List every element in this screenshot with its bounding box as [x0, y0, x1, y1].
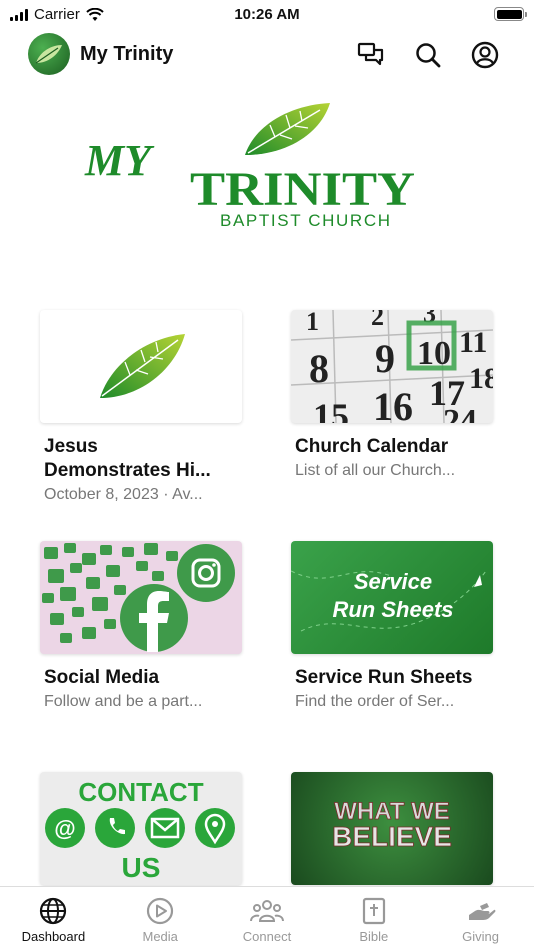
- tab-giving[interactable]: Giving: [427, 887, 534, 950]
- calendar-thumbnail: 1 2 3 8 9 10 11 16 17 18 15 24: [291, 310, 493, 423]
- app-header: My Trinity: [0, 30, 534, 82]
- giving-hand-icon: [468, 903, 495, 920]
- instagram-icon: [177, 544, 235, 602]
- sermon-thumbnail: [40, 310, 242, 423]
- tab-label: Dashboard: [21, 929, 86, 944]
- thumb-text: Service: [354, 569, 432, 594]
- search-button[interactable]: [413, 40, 443, 70]
- tab-label: Connect: [242, 929, 292, 944]
- card-church-calendar[interactable]: 1 2 3 8 9 10 11 16 17 18 15 24 Church Ca…: [291, 310, 493, 483]
- thumb-text: BELIEVE: [332, 821, 452, 852]
- card-title-line: Jesus: [44, 436, 98, 457]
- calendar-number: 11: [459, 326, 487, 359]
- tab-connect[interactable]: Connect: [214, 887, 321, 950]
- card-subtitle: October 8, 2023 · Av...: [44, 486, 203, 503]
- calendar-number: 16: [373, 384, 413, 423]
- envelope-icon: [145, 808, 185, 848]
- tab-label: Bible: [359, 929, 389, 944]
- email-at-icon: @: [45, 808, 85, 848]
- search-icon: [416, 43, 441, 68]
- banner-subtitle-text: BAPTIST CHURCH: [220, 211, 390, 230]
- tab-dashboard[interactable]: Dashboard: [0, 887, 107, 950]
- location-pin-icon: [195, 808, 235, 848]
- church-banner-logo: MY TRINITY BAPTIST CHURCH: [80, 95, 420, 235]
- profile-button[interactable]: [470, 40, 500, 70]
- leaf-icon: [245, 103, 330, 155]
- leaf-icon: [100, 334, 185, 398]
- calendar-number: 2: [371, 310, 384, 331]
- calendar-number: 1: [306, 310, 319, 336]
- thumb-text: Run Sheets: [332, 597, 453, 622]
- tab-label: Media: [142, 929, 178, 944]
- status-bar: Carrier 10:26 AM: [0, 0, 534, 30]
- card-subtitle: Find the order of Ser...: [295, 693, 455, 710]
- messages-button[interactable]: [356, 40, 386, 70]
- thumb-text: US: [122, 852, 161, 883]
- banner-trinity-text: TRINITY: [190, 163, 415, 216]
- what-we-believe-thumbnail: WHAT WE BELIEVE: [291, 772, 493, 885]
- social-media-thumbnail: [40, 541, 242, 654]
- tab-media[interactable]: Media: [107, 887, 214, 950]
- phone-icon: [95, 808, 135, 848]
- church-logo-avatar[interactable]: [28, 33, 70, 75]
- people-icon: [249, 900, 284, 922]
- card-subtitle: Follow and be a part...: [44, 693, 203, 710]
- card-contact-us[interactable]: CONTACT @ US: [40, 772, 242, 885]
- service-run-sheets-thumbnail: Service Run Sheets: [291, 541, 493, 654]
- globe-icon: [40, 897, 67, 925]
- calendar-number: 9: [375, 336, 395, 381]
- card-title: Jesus Demonstrates Hi...: [40, 435, 242, 483]
- card-title-line: Demonstrates Hi...: [44, 460, 211, 481]
- facebook-icon: [120, 584, 188, 652]
- tab-bible[interactable]: Bible: [320, 887, 427, 950]
- calendar-number: 15: [313, 396, 349, 423]
- leaf-icon: [35, 45, 62, 64]
- card-service-run-sheets[interactable]: Service Run Sheets Service Run Sheets Fi…: [291, 541, 493, 714]
- chat-bubbles-icon: [357, 42, 384, 66]
- card-social-media[interactable]: Social Media Follow and be a part...: [40, 541, 242, 714]
- card-what-we-believe[interactable]: WHAT WE BELIEVE: [291, 772, 493, 885]
- bottom-tab-bar: Dashboard Media Connect Bible Giving: [0, 886, 534, 950]
- battery-icon: [494, 7, 527, 21]
- app-title: My Trinity: [80, 43, 174, 65]
- svg-text:@: @: [54, 816, 75, 841]
- thumb-text: CONTACT: [78, 777, 203, 807]
- contact-us-thumbnail: CONTACT @ US: [40, 772, 242, 885]
- banner-my-text: MY: [84, 136, 155, 185]
- user-circle-icon: [471, 41, 499, 69]
- card-subtitle: List of all our Church...: [295, 462, 456, 479]
- calendar-number: 24: [443, 403, 477, 423]
- clock: 10:26 AM: [234, 6, 300, 23]
- card-title: Church Calendar: [295, 436, 449, 457]
- card-title: Service Run Sheets: [295, 667, 473, 688]
- calendar-number: 8: [309, 346, 329, 391]
- play-circle-icon: [147, 897, 174, 925]
- bible-icon: [362, 897, 385, 925]
- tab-label: Giving: [462, 929, 500, 944]
- card-sermon[interactable]: Jesus Demonstrates Hi... October 8, 2023…: [40, 310, 242, 507]
- calendar-number: 18: [469, 362, 493, 395]
- card-title: Social Media: [44, 667, 160, 688]
- arrow-icon: [474, 575, 482, 587]
